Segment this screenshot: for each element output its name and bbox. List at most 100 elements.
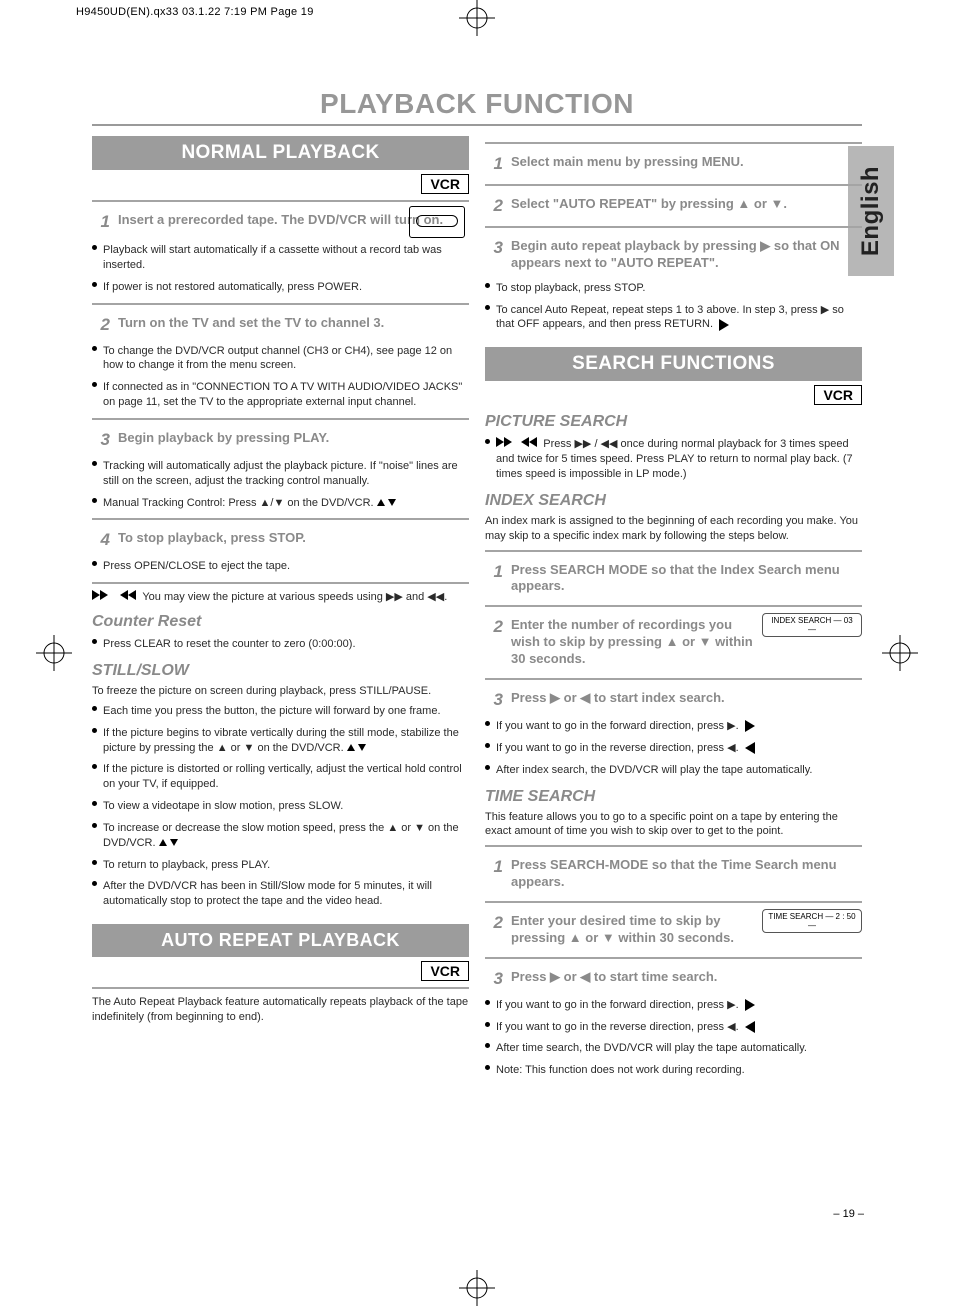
step-number: 2 <box>92 315 110 335</box>
step-text: Enter your desired time to skip by press… <box>511 913 754 947</box>
step-number: 4 <box>92 530 110 550</box>
step-number: 2 <box>485 913 503 933</box>
bullet-icon <box>485 305 490 310</box>
up-arrow-icon <box>347 744 355 751</box>
step-text: To stop playback, press STOP. <box>118 530 469 547</box>
step-text: Enter the number of recordings you wish … <box>511 617 754 668</box>
body-text: To return to playback, press PLAY. <box>103 858 270 873</box>
body-text: After index search, the DVD/VCR will pla… <box>496 763 813 778</box>
subhead-time-search: TIME SEARCH <box>485 788 862 806</box>
up-arrow-icon <box>377 499 385 506</box>
body-text: If you want to go in the reverse directi… <box>496 741 755 756</box>
vcr-badge: VCR <box>814 385 862 405</box>
step-text: Turn on the TV and set the TV to channel… <box>118 315 469 332</box>
bullet-icon <box>485 721 490 726</box>
body-text: You may view the picture at various spee… <box>92 590 469 605</box>
osd-index-search: INDEX SEARCH — 03 — <box>762 613 862 637</box>
print-slug: H9450UD(EN).qx33 03.1.22 7:19 PM Page 19 <box>76 6 314 18</box>
registration-mark-top <box>459 0 495 36</box>
body-text: To freeze the picture on screen during p… <box>92 684 469 699</box>
bullet-icon <box>485 765 490 770</box>
rewind-icon <box>120 590 136 605</box>
body-text: Tracking will automatically adjust the p… <box>103 459 469 489</box>
body-text: Manual Tracking Control: Press ▲/▼ on th… <box>103 496 396 511</box>
bullet-icon <box>92 639 97 644</box>
cassette-icon <box>409 206 465 238</box>
step-number: 2 <box>485 617 503 637</box>
body-text: If you want to go in the reverse directi… <box>496 1020 755 1035</box>
bullet-icon <box>485 743 490 748</box>
body-text: Each time you press the button, the pict… <box>103 704 441 719</box>
down-arrow-icon <box>170 839 178 846</box>
step-number: 1 <box>485 154 503 174</box>
body-text: After the DVD/VCR has been in Still/Slow… <box>103 879 469 909</box>
step-number: 1 <box>92 212 110 232</box>
body-text: If you want to go in the forward directi… <box>496 719 755 734</box>
down-arrow-icon <box>358 744 366 751</box>
bullet-icon <box>485 1000 490 1005</box>
bullet-icon <box>92 498 97 503</box>
bullet-icon <box>92 860 97 865</box>
bullet-icon <box>92 728 97 733</box>
bullet-icon <box>92 823 97 828</box>
step-text: Begin playback by pressing PLAY. <box>118 430 469 447</box>
bullet-icon <box>92 245 97 250</box>
body-text: To change the DVD/VCR output channel (CH… <box>103 344 469 374</box>
step-text: Press ▶ or ◀ to start index search. <box>511 690 862 707</box>
body-text: If the picture is distorted or rolling v… <box>103 762 469 792</box>
body-text: If connected as in "CONNECTION TO A TV W… <box>103 380 469 410</box>
bullet-icon <box>92 881 97 886</box>
play-left-icon <box>745 742 755 754</box>
bullet-icon <box>92 461 97 466</box>
play-left-icon <box>745 1021 755 1033</box>
body-text: Press ▶▶ / ◀◀ once during normal playbac… <box>496 437 862 482</box>
step-number: 3 <box>92 430 110 450</box>
bullet-icon <box>92 382 97 387</box>
rewind-icon <box>521 437 537 452</box>
step-number: 3 <box>485 238 503 258</box>
play-right-icon <box>719 319 729 331</box>
subhead-counter-reset: Counter Reset <box>92 613 469 631</box>
registration-mark-bottom <box>459 1270 495 1306</box>
registration-mark-left <box>36 635 72 671</box>
down-arrow-icon <box>388 499 396 506</box>
body-text: The Auto Repeat Playback feature automat… <box>92 995 469 1025</box>
step-text: Press ▶ or ◀ to start time search. <box>511 969 862 986</box>
vcr-badge: VCR <box>421 961 469 981</box>
bullet-icon <box>92 282 97 287</box>
up-arrow-icon <box>159 839 167 846</box>
bullet-icon <box>92 764 97 769</box>
body-text: After time search, the DVD/VCR will play… <box>496 1041 807 1056</box>
bullet-icon <box>485 1022 490 1027</box>
step-text: Select "AUTO REPEAT" by pressing ▲ or ▼. <box>511 196 862 213</box>
body-text: This feature allows you to go to a speci… <box>485 810 862 840</box>
body-text: To stop playback, press STOP. <box>496 281 645 296</box>
fast-forward-icon <box>496 437 512 452</box>
bullet-icon <box>485 1065 490 1070</box>
bullet-icon <box>485 1043 490 1048</box>
banner-search-functions: SEARCH FUNCTIONS <box>485 347 862 381</box>
step-number: 3 <box>485 969 503 989</box>
page-title: PLAYBACK FUNCTION <box>92 88 862 120</box>
body-text: An index mark is assigned to the beginni… <box>485 514 862 544</box>
title-rule <box>92 124 862 126</box>
bullet-icon <box>485 283 490 288</box>
body-text: If the picture begins to vibrate vertica… <box>103 726 469 756</box>
subhead-picture-search: PICTURE SEARCH <box>485 413 862 431</box>
step-number: 3 <box>485 690 503 710</box>
page-root: H9450UD(EN).qx33 03.1.22 7:19 PM Page 19… <box>0 0 954 1306</box>
body-text: If you want to go in the forward directi… <box>496 998 755 1013</box>
step-number: 1 <box>485 562 503 582</box>
bullet-icon <box>92 346 97 351</box>
body-text: Press CLEAR to reset the counter to zero… <box>103 637 356 652</box>
play-right-icon <box>745 720 755 732</box>
registration-mark-right <box>882 635 918 671</box>
osd-time-search: TIME SEARCH — 2 : 50 — <box>762 909 862 933</box>
play-right-icon <box>745 999 755 1011</box>
step-text: Press SEARCH-MODE so that the Time Searc… <box>511 857 862 891</box>
body-text: To view a videotape in slow motion, pres… <box>103 799 343 814</box>
step-number: 2 <box>485 196 503 216</box>
bullet-icon <box>92 561 97 566</box>
right-column: 1 Select main menu by pressing MENU. 2 S… <box>485 136 862 1083</box>
body-text: To cancel Auto Repeat, repeat steps 1 to… <box>496 303 862 333</box>
